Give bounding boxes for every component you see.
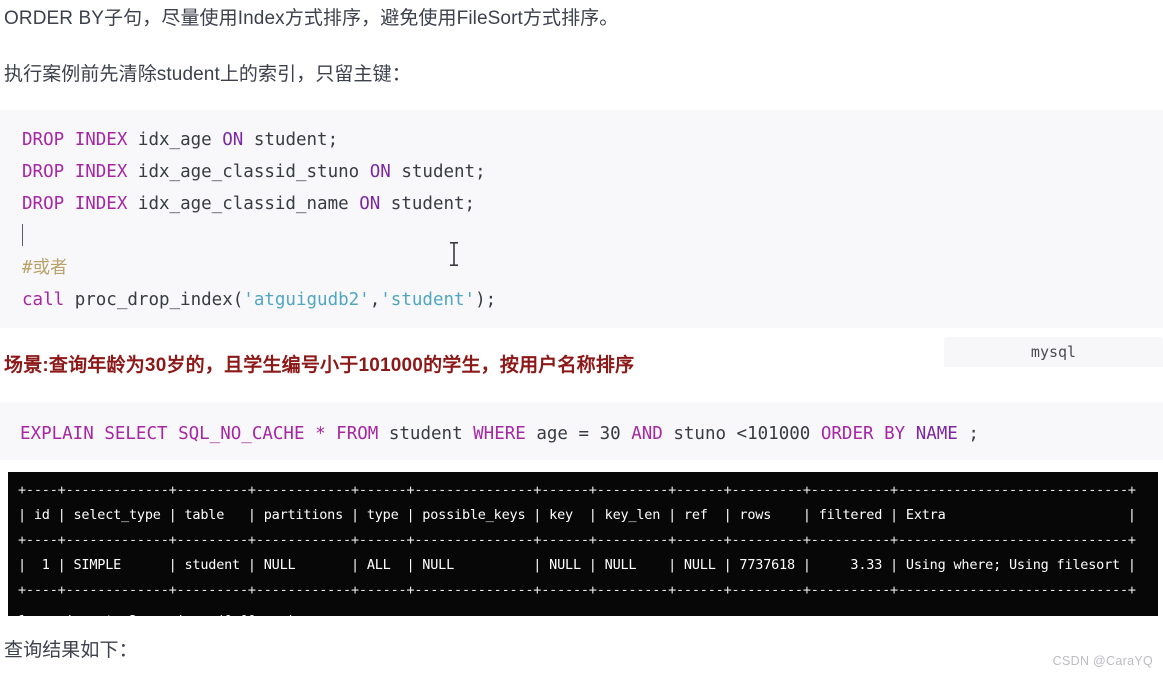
table-header-row: | id | select_type | table | partitions … bbox=[18, 507, 1136, 523]
result-paragraph: 查询结果如下： bbox=[4, 640, 138, 661]
code-language-tab-mysql[interactable]: mysql bbox=[944, 337, 1163, 367]
terminal-status-line: 1 row in set, 2 warnings (0.00 sec) bbox=[18, 609, 1158, 616]
text-caret bbox=[22, 224, 23, 246]
code-line: DROP INDEX idx_age ON student; bbox=[22, 130, 339, 150]
intro-paragraph: ORDER BY子句，尽量使用Index方式排序，避免使用FileSort方式排… bbox=[4, 8, 619, 29]
sql-code-block-explain[interactable]: EXPLAIN SELECT SQL_NO_CACHE * FROM stude… bbox=[0, 402, 1163, 460]
table-row: | 1 | SIMPLE | student | NULL | ALL | NU… bbox=[18, 557, 1136, 573]
code-line-empty-with-caret bbox=[22, 220, 1163, 252]
sql-code-block-drop-index[interactable]: DROP INDEX idx_age ON student; DROP INDE… bbox=[0, 110, 1163, 328]
code-language-label: mysql bbox=[1030, 343, 1077, 361]
code-line: DROP INDEX idx_age_classid_stuno ON stud… bbox=[22, 162, 486, 182]
code-line: DROP INDEX idx_age_classid_name ON stude… bbox=[22, 194, 476, 214]
table-rule-top: +----+-------------+---------+----------… bbox=[18, 482, 1136, 498]
csdn-watermark: CSDN @CaraYQ bbox=[1052, 654, 1153, 668]
code-line-comment: #或者 bbox=[22, 252, 1163, 284]
scenario-heading: 场景:查询年龄为30岁的，且学生编号小于101000的学生，按用户名称排序 bbox=[4, 355, 635, 376]
sql-comment: #或者 bbox=[22, 258, 68, 278]
pre-example-paragraph: 执行案例前先清除student上的索引，只留主键： bbox=[4, 64, 411, 85]
table-rule-bottom: +----+-------------+---------+----------… bbox=[18, 582, 1136, 598]
code-line: EXPLAIN SELECT SQL_NO_CACHE * FROM stude… bbox=[20, 424, 979, 444]
code-line: call proc_drop_index('atguigudb2','stude… bbox=[22, 290, 497, 310]
mysql-terminal-output: +----+-------------+---------+----------… bbox=[8, 472, 1158, 616]
table-rule-mid: +----+-------------+---------+----------… bbox=[18, 532, 1136, 548]
